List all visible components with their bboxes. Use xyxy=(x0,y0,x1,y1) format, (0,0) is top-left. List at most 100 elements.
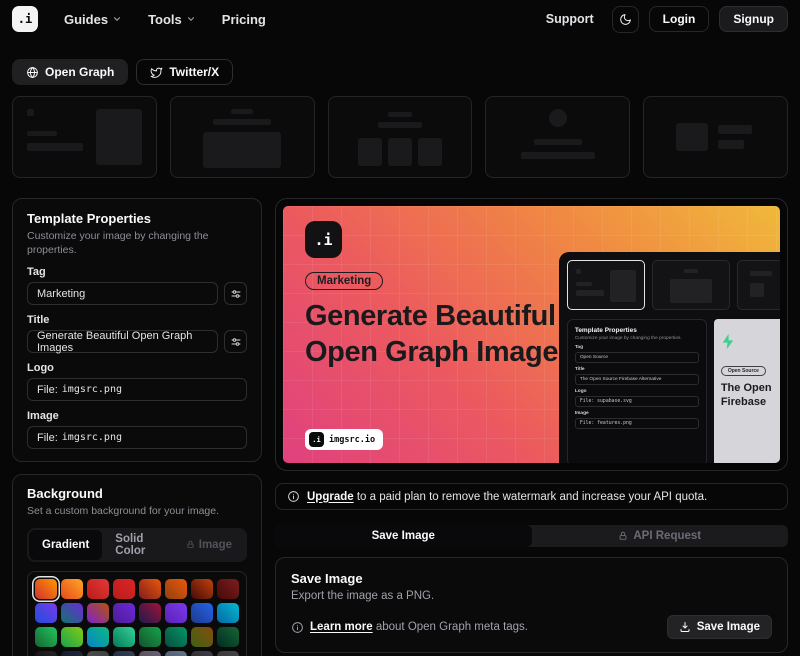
embed-thumbnail xyxy=(737,260,780,310)
gradient-swatch[interactable] xyxy=(35,627,57,647)
gradient-swatch[interactable] xyxy=(61,627,83,647)
gradient-swatch[interactable] xyxy=(139,627,161,647)
watermark: .i imgsrc.io xyxy=(305,429,383,450)
image-file-input[interactable]: File: imgsrc.png xyxy=(27,426,247,449)
save-panel-footer: Learn more about Open Graph meta tags. S… xyxy=(291,615,772,639)
embed-preview-card: Open Source The Open Firebase xyxy=(714,319,780,463)
template-thumbnail-1[interactable] xyxy=(12,96,157,178)
gradient-swatch[interactable] xyxy=(139,579,161,599)
embed-thumbnails xyxy=(567,260,772,310)
embed-card-badge: Open Source xyxy=(721,366,766,376)
tag-input[interactable]: Marketing xyxy=(27,282,218,305)
gradient-swatch[interactable] xyxy=(87,603,109,623)
learn-more-link[interactable]: Learn more xyxy=(310,621,373,633)
tab-save-image[interactable]: Save Image xyxy=(275,525,532,547)
download-icon xyxy=(679,621,691,633)
embed-logo-input: File: supabase.svg xyxy=(575,396,699,407)
gradient-swatch[interactable] xyxy=(35,579,57,599)
nav-item-tools[interactable]: Tools xyxy=(148,12,196,27)
gradient-swatch[interactable] xyxy=(217,579,239,599)
theme-toggle-button[interactable] xyxy=(612,6,639,33)
save-image-button[interactable]: Save Image xyxy=(667,615,772,639)
preview-card: .i Marketing Generate Beautiful Open Gra… xyxy=(275,198,788,471)
gradient-swatch[interactable] xyxy=(61,603,83,623)
format-tabs: Open Graph Twitter/X xyxy=(0,59,800,85)
gradient-swatch[interactable] xyxy=(191,603,213,623)
template-properties-panel: Template Properties Customize your image… xyxy=(12,198,262,462)
og-tag-badge: Marketing xyxy=(305,272,383,290)
gradient-swatch[interactable] xyxy=(191,651,213,656)
gradient-swatch[interactable] xyxy=(87,579,109,599)
gradient-swatch[interactable] xyxy=(61,651,83,656)
app-logo[interactable]: .i xyxy=(12,6,38,32)
gradient-swatch[interactable] xyxy=(165,627,187,647)
gradient-swatch[interactable] xyxy=(87,651,109,656)
watermark-logo: .i xyxy=(309,432,324,447)
tab-api-request[interactable]: API Request xyxy=(532,525,789,547)
gradient-swatch[interactable] xyxy=(113,651,135,656)
gradient-swatch[interactable] xyxy=(113,627,135,647)
tag-value: Marketing xyxy=(37,288,85,300)
learn-more-text: about Open Graph meta tags. xyxy=(376,621,528,633)
embed-properties-panel: Template Properties Customize your image… xyxy=(567,319,707,463)
gradient-swatch[interactable] xyxy=(139,603,161,623)
signup-button[interactable]: Signup xyxy=(719,6,788,32)
save-panel-subtitle: Export the image as a PNG. xyxy=(291,590,772,602)
gradient-swatch[interactable] xyxy=(113,579,135,599)
embed-card-heading: The Open Firebase xyxy=(721,382,780,410)
left-column: Template Properties Customize your image… xyxy=(12,198,262,656)
tab-label: Open Graph xyxy=(45,65,114,79)
template-thumbnail-4[interactable] xyxy=(485,96,630,178)
output-tabs: Save Image API Request xyxy=(275,525,788,547)
gradient-swatch[interactable] xyxy=(87,627,109,647)
tag-label: Tag xyxy=(27,266,247,278)
og-heading-line1: Generate Beautiful xyxy=(305,298,574,334)
gradient-swatch[interactable] xyxy=(139,651,161,656)
globe-icon xyxy=(26,66,39,79)
template-thumbnail-5[interactable] xyxy=(643,96,788,178)
support-link[interactable]: Support xyxy=(546,12,594,26)
nav-item-label: Pricing xyxy=(222,12,266,27)
title-label: Title xyxy=(27,314,247,326)
gradient-swatch[interactable] xyxy=(165,579,187,599)
bg-tab-solid-color[interactable]: Solid Color xyxy=(102,530,172,560)
upgrade-link[interactable]: Upgrade xyxy=(307,491,354,503)
template-gallery xyxy=(0,96,800,178)
gradient-swatch[interactable] xyxy=(35,603,57,623)
og-logo: .i xyxy=(305,221,342,258)
nav-item-guides[interactable]: Guides xyxy=(64,12,122,27)
twitter-icon xyxy=(150,66,163,79)
tag-settings-button[interactable] xyxy=(224,282,247,305)
login-button[interactable]: Login xyxy=(649,6,710,32)
logo-file-input[interactable]: File: imgsrc.png xyxy=(27,378,247,401)
learn-more-row: Learn more about Open Graph meta tags. xyxy=(291,621,528,634)
title-input[interactable]: Generate Beautiful Open Graph Images xyxy=(27,330,218,353)
template-thumbnail-2[interactable] xyxy=(170,96,315,178)
gradient-swatch[interactable] xyxy=(191,627,213,647)
tab-open-graph[interactable]: Open Graph xyxy=(12,59,128,85)
sliders-icon xyxy=(230,336,242,348)
gradient-swatch[interactable] xyxy=(191,579,213,599)
gradient-swatch[interactable] xyxy=(35,651,57,656)
embed-logo-label: Logo xyxy=(575,389,699,394)
gradient-swatch[interactable] xyxy=(165,603,187,623)
embed-panel-title: Template Properties xyxy=(575,327,699,334)
tab-twitter[interactable]: Twitter/X xyxy=(136,59,233,85)
template-thumbnail-3[interactable] xyxy=(328,96,473,178)
tab-api-request-label: API Request xyxy=(633,530,701,542)
gradient-swatch[interactable] xyxy=(217,603,239,623)
gradient-swatch[interactable] xyxy=(113,603,135,623)
gradient-swatch[interactable] xyxy=(61,579,83,599)
bg-tab-gradient[interactable]: Gradient xyxy=(29,530,102,560)
nav-item-pricing[interactable]: Pricing xyxy=(222,12,266,27)
title-settings-button[interactable] xyxy=(224,330,247,353)
embed-panel-subtitle: Customize your image by changing the pro… xyxy=(575,336,699,341)
upgrade-banner: Upgrade to a paid plan to remove the wat… xyxy=(275,483,788,510)
gradient-swatch[interactable] xyxy=(217,651,239,656)
gradient-swatch[interactable] xyxy=(217,627,239,647)
image-file-name: imgsrc.png xyxy=(62,432,122,443)
embed-tag-label: Tag xyxy=(575,345,699,350)
bg-tab-image[interactable]: Image xyxy=(173,530,245,560)
gradient-swatch[interactable] xyxy=(165,651,187,656)
embed-title-input: The Open Source Firebase Alternative xyxy=(575,374,699,385)
